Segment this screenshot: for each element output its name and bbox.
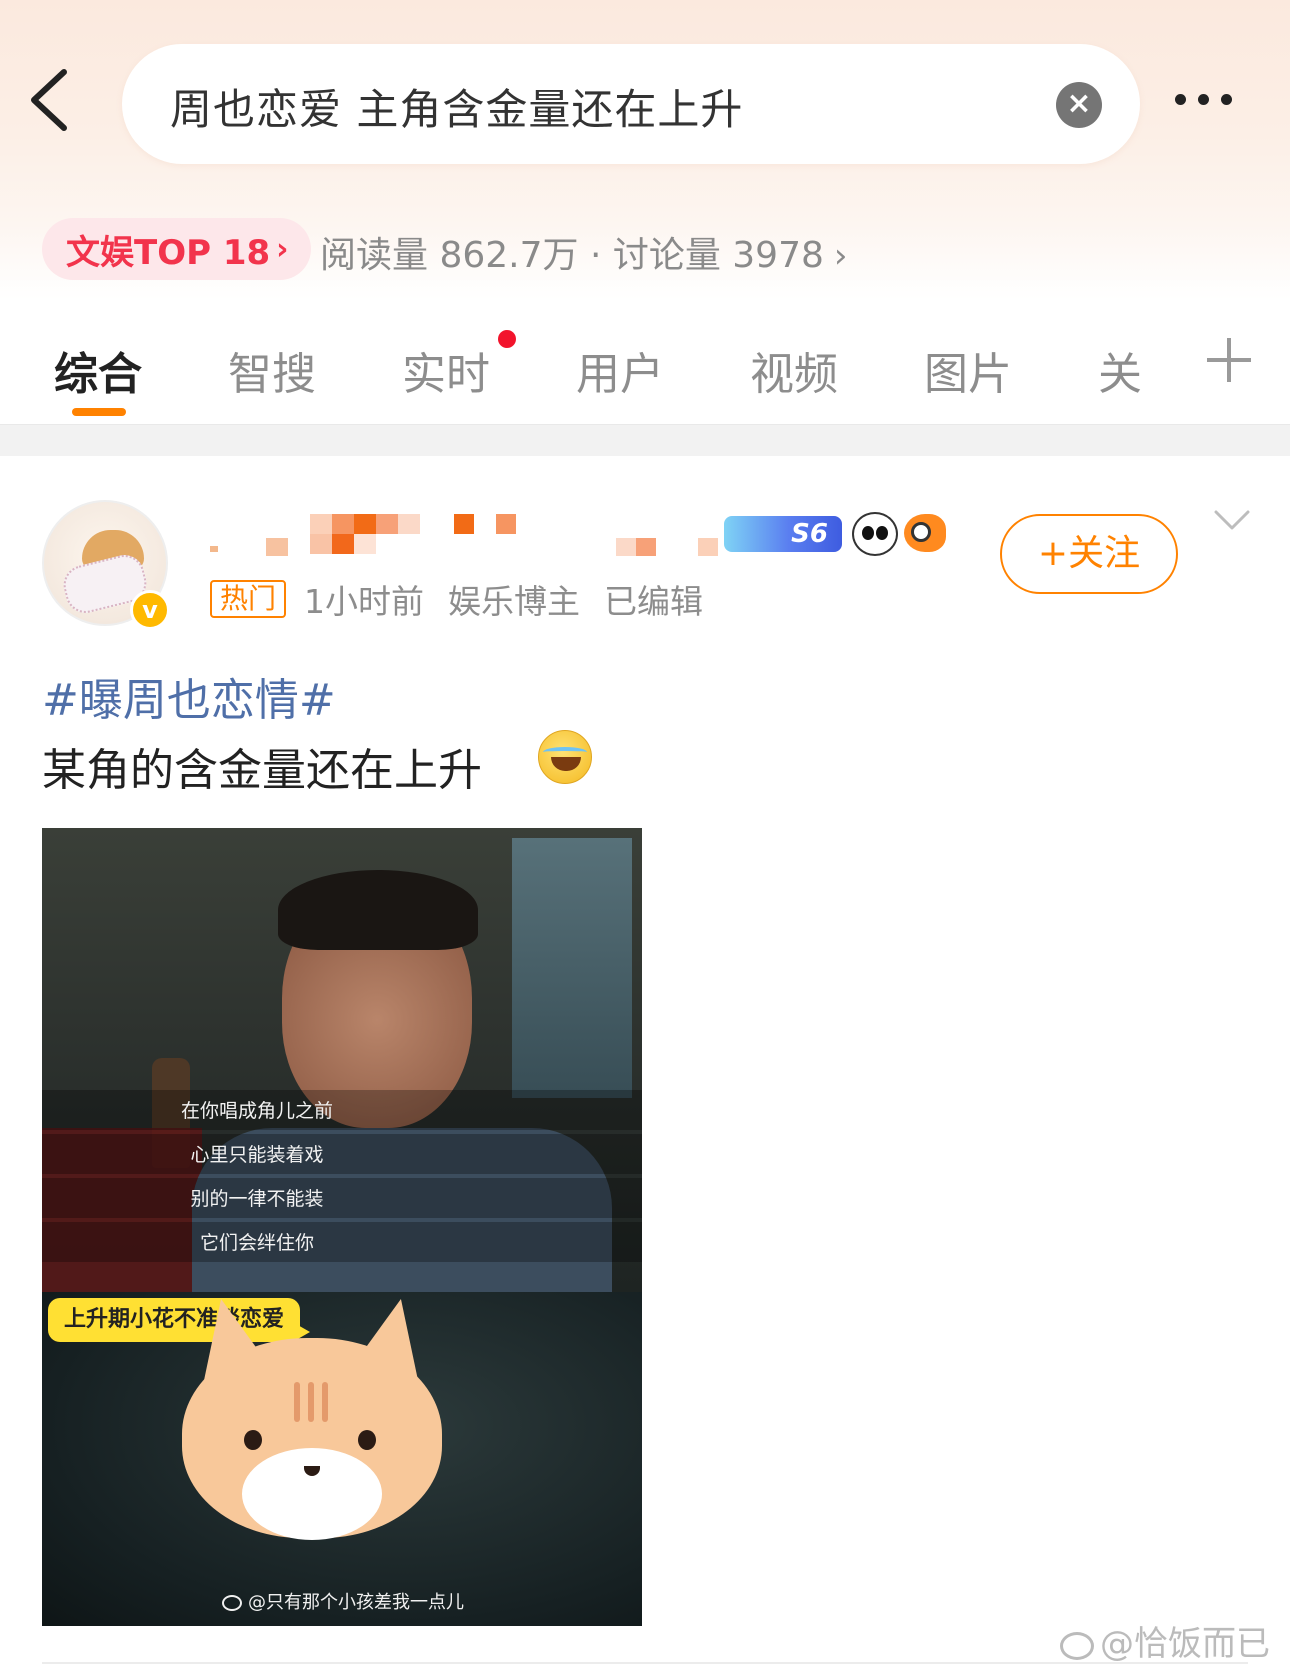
tab-bar: 综合 智搜 实时 用户 视频 图片 关 [0, 318, 1290, 424]
post-image[interactable]: 在你唱成角儿之前 心里只能装着戏 别的一律不能装 它们会绊住你 上升期小花不准谈… [42, 828, 642, 1626]
stats-text: 阅读量 862.7万 · 讨论量 3978 [320, 235, 824, 276]
tab-general[interactable]: 综合 [54, 338, 142, 402]
close-icon: × [1066, 86, 1092, 121]
subtitle-line: 在你唱成角儿之前 [180, 1100, 333, 1122]
dot-icon [1221, 94, 1232, 105]
level-badge: S6 [724, 516, 842, 552]
image-watermark: @只有那个小孩差我一点儿 [222, 1588, 464, 1614]
subtitle-line: 它们会绊住你 [199, 1232, 314, 1254]
weibo-icon [1060, 1631, 1094, 1660]
verified-icon: v [130, 590, 170, 630]
post-text: 某角的含金量还在上升 [42, 745, 482, 796]
weibo-icon [222, 1595, 242, 1611]
chevron-down-icon [1214, 510, 1250, 530]
post-time: 1小时前 [304, 582, 425, 621]
hashtag-link[interactable]: #曝周也恋情# [42, 664, 336, 728]
rank-label: 文娱TOP 18 [66, 232, 271, 273]
tab-videos[interactable]: 视频 [750, 338, 838, 402]
tab-following[interactable]: 关 [1098, 338, 1142, 402]
tab-smart-search[interactable]: 智搜 [228, 338, 316, 402]
page-watermark: @恰饭而已 [1060, 1616, 1270, 1665]
laughing-emoji-icon [538, 730, 592, 784]
add-tab-button[interactable] [1205, 336, 1253, 384]
follow-button[interactable]: +关注 [1000, 514, 1178, 594]
clear-search-button[interactable]: × [1056, 82, 1102, 128]
search-box[interactable]: 周也恋爱 主角含金量还在上升 × [122, 44, 1140, 164]
topic-stats[interactable]: 阅读量 862.7万 · 讨论量 3978 › [320, 226, 848, 278]
edited-label: 已编辑 [604, 582, 704, 621]
divider [42, 1662, 1248, 1664]
dot-icon [1198, 94, 1209, 105]
author-type: 娱乐博主 [448, 582, 581, 621]
chevron-right-icon: › [833, 236, 848, 276]
post-menu-button[interactable] [1214, 508, 1250, 544]
notification-dot [498, 330, 516, 348]
section-divider [0, 424, 1290, 456]
cat-sticker [182, 1291, 442, 1548]
username-mosaic[interactable] [210, 512, 718, 558]
panda-icon [852, 512, 898, 556]
more-options-button[interactable] [1175, 78, 1265, 122]
tab-images[interactable]: 图片 [924, 338, 1012, 402]
search-input[interactable]: 周也恋爱 主角含金量还在上升 [170, 76, 743, 137]
chevron-left-icon [31, 69, 67, 131]
active-tab-indicator [72, 408, 126, 416]
tab-users[interactable]: 用户 [576, 338, 664, 402]
post-meta: 热门 1小时前 娱乐博主 已编辑 [210, 574, 727, 624]
rank-badge[interactable]: 文娱TOP 18 › [42, 218, 311, 280]
subtitle-line: 心里只能装着戏 [190, 1144, 324, 1166]
subtitle-line: 别的一律不能装 [190, 1188, 324, 1210]
chevron-right-icon: › [276, 231, 289, 267]
dot-icon [1175, 94, 1186, 105]
hot-tag: 热门 [210, 580, 287, 618]
fish-icon [904, 514, 946, 552]
back-button[interactable] [28, 68, 88, 138]
tab-realtime[interactable]: 实时 [402, 338, 490, 402]
